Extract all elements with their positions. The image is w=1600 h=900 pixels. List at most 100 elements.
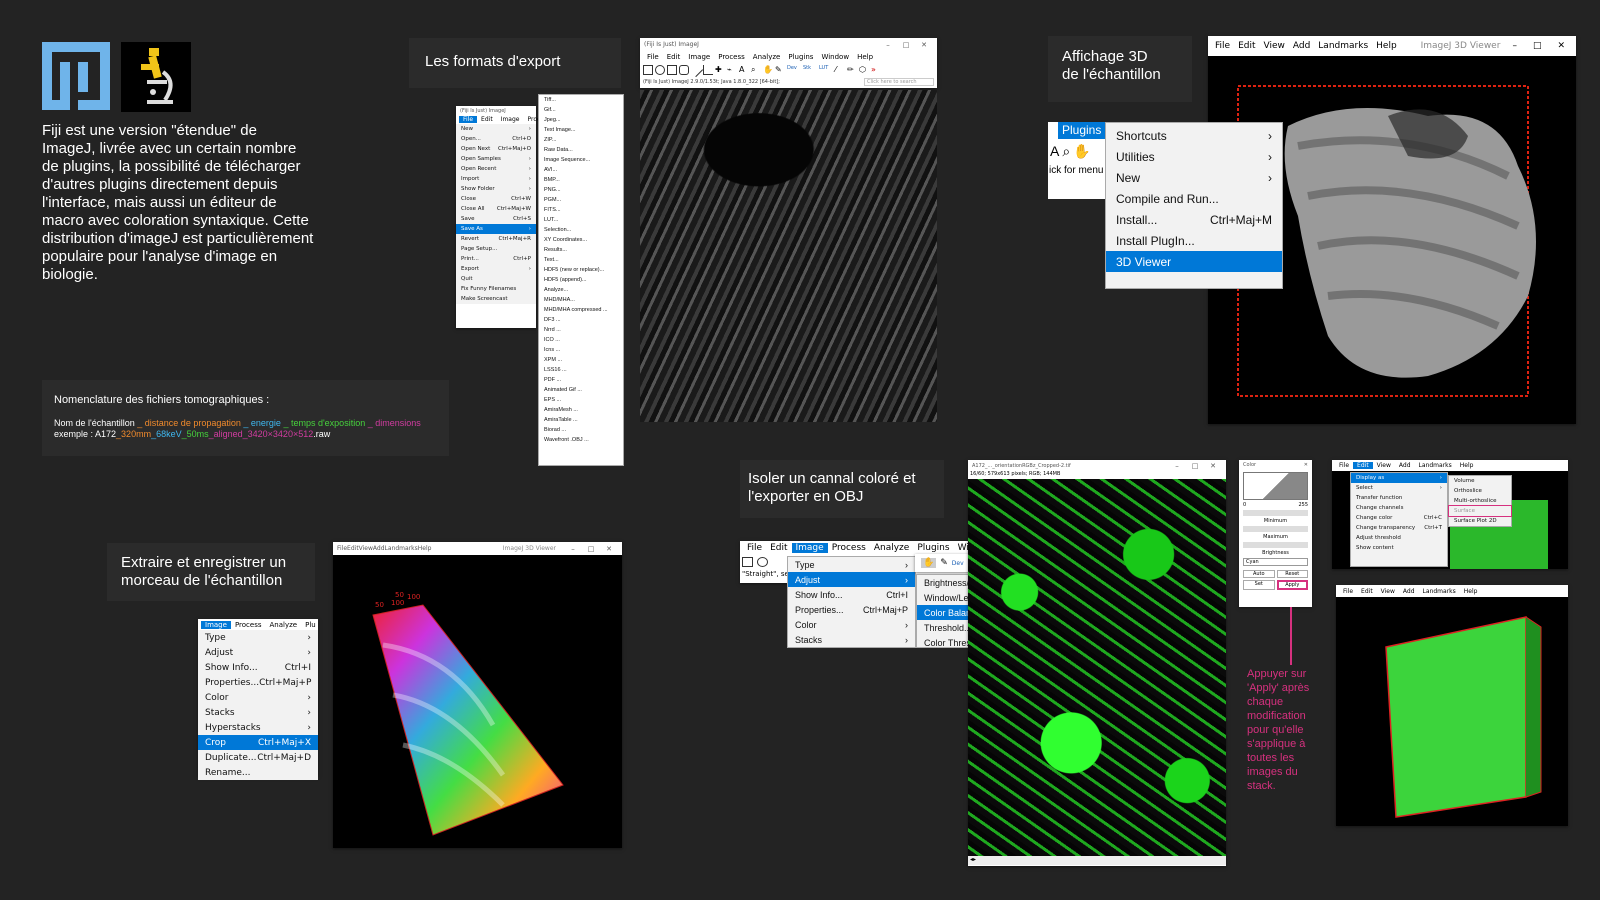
menubar-item[interactable]: File	[1339, 588, 1357, 595]
save-as-item[interactable]: Raw Data...	[539, 145, 623, 155]
lut-tool-icon[interactable]: LUT	[819, 65, 833, 75]
plugins-menu-item-shortcuts[interactable]: Shortcuts ›	[1106, 125, 1282, 146]
edit-menu-item[interactable]: Display as ›	[1351, 473, 1447, 483]
save-as-item[interactable]: PDF ...	[539, 375, 623, 385]
menubar-item[interactable]: Help	[1456, 462, 1478, 469]
polygon-tool-icon[interactable]	[667, 65, 677, 75]
save-as-item[interactable]: BMP...	[539, 175, 623, 185]
display-as-item[interactable]: Surface Plot 2D	[1449, 516, 1511, 526]
point-tool-icon[interactable]: ✚	[715, 65, 725, 75]
file-menu-item-quit[interactable]: Quit	[456, 274, 536, 284]
menubar-item[interactable]: Analyze	[266, 621, 302, 629]
menubar-item[interactable]: File	[337, 545, 347, 552]
save-as-item[interactable]: Analyze...	[539, 285, 623, 295]
save-as-item[interactable]: ICO ...	[539, 335, 623, 345]
angle-tool-icon[interactable]	[703, 65, 713, 75]
image-menu-item-adjust[interactable]: Adjust ›	[198, 645, 318, 660]
rectangle-tool-icon[interactable]	[742, 557, 753, 567]
save-as-item[interactable]: FITS...	[539, 205, 623, 215]
menubar-item[interactable]: View	[1377, 588, 1399, 595]
menubar-item[interactable]: Window	[817, 53, 853, 61]
display-as-item[interactable]: Volume	[1449, 476, 1511, 486]
menubar-item[interactable]: Plugins	[784, 53, 817, 61]
maximize-icon[interactable]: □	[1525, 41, 1550, 51]
menubar-item[interactable]: Add	[373, 545, 385, 552]
maximize-icon[interactable]: □	[1186, 462, 1204, 470]
save-as-item[interactable]: Gif...	[539, 105, 623, 115]
edit-menu-item[interactable]: Transfer function	[1351, 493, 1447, 503]
save-as-item[interactable]: LUT...	[539, 215, 623, 225]
text-tool-icon-2[interactable]: A	[1050, 143, 1059, 159]
brush-tool-icon[interactable]: ⁄	[835, 65, 845, 75]
save-as-item[interactable]: AmiraMesh ...	[539, 405, 623, 415]
file-menu-item-make-screencast[interactable]: Make Screencast	[456, 294, 536, 304]
save-as-item[interactable]: AVI...	[539, 165, 623, 175]
save-as-item[interactable]: Nrrd ...	[539, 325, 623, 335]
menu-file[interactable]: File	[459, 116, 478, 123]
menubar-item[interactable]: Image	[684, 53, 714, 61]
save-as-item[interactable]: Text Image...	[539, 125, 623, 135]
image-menu-item-properties[interactable]: Properties... Ctrl+Maj+P	[198, 675, 318, 690]
oval-tool-icon[interactable]	[757, 557, 768, 567]
menu-edit[interactable]: Edit	[477, 116, 497, 123]
close-icon[interactable]: ✕	[915, 41, 933, 49]
menubar-item[interactable]: View	[1373, 462, 1395, 469]
file-menu-item-open[interactable]: Open... Ctrl+O	[456, 134, 536, 144]
minimize-icon[interactable]: –	[1504, 41, 1525, 51]
image-menu-item-show-info[interactable]: Show Info... Ctrl+I	[198, 660, 318, 675]
image-menu-item-crop[interactable]: Crop Ctrl+Maj+X	[198, 735, 318, 750]
plugins-menu-item-install-plugin[interactable]: Install PlugIn...	[1106, 230, 1282, 251]
maximize-icon[interactable]: □	[582, 545, 600, 553]
hand-tool-icon[interactable]: ✋	[763, 65, 773, 75]
flood-tool-icon[interactable]: ⬡	[859, 65, 869, 75]
isolate-menu-item-color[interactable]: Color ›	[788, 617, 915, 632]
menubar-item[interactable]: Edit	[766, 543, 791, 553]
save-as-item[interactable]: Results...	[539, 245, 623, 255]
plugins-menu-item-new[interactable]: New ›	[1106, 167, 1282, 188]
isolate-menu-item-show-info[interactable]: Show Info... Ctrl+I	[788, 587, 915, 602]
minimize-icon[interactable]: –	[1168, 462, 1186, 470]
menubar-item[interactable]: File	[743, 543, 766, 553]
menubar-item[interactable]: Process	[828, 543, 870, 553]
plugins-menu-label[interactable]: Plugins	[1058, 122, 1106, 139]
save-as-item[interactable]: Biorad ...	[539, 425, 623, 435]
plugins-menu-item-compile-and-run[interactable]: Compile and Run...	[1106, 188, 1282, 209]
oval-tool-icon[interactable]	[655, 65, 665, 75]
menubar-item[interactable]: Analyze	[870, 543, 913, 553]
edit-menu-item[interactable]: Show content	[1351, 543, 1447, 553]
save-as-item[interactable]: Selection...	[539, 225, 623, 235]
file-menu-item-save-as[interactable]: Save As ›	[456, 224, 536, 234]
dev-tool-icon[interactable]: Dev	[787, 65, 801, 75]
max-slider[interactable]	[1243, 526, 1308, 532]
save-as-item[interactable]: Icns ...	[539, 345, 623, 355]
menu-image[interactable]: Image	[497, 116, 524, 123]
save-as-item[interactable]: XY Coordinates...	[539, 235, 623, 245]
menubar-item[interactable]: View	[1260, 41, 1289, 51]
save-as-item[interactable]: Animated Gif ...	[539, 385, 623, 395]
menubar-item[interactable]: Edit	[1234, 41, 1259, 51]
zoom-tool-icon[interactable]: ⌕	[751, 65, 761, 75]
reset-button[interactable]: Reset	[1276, 570, 1308, 578]
close-icon[interactable]: ✕	[1304, 462, 1308, 468]
menubar-item[interactable]: Add	[1289, 41, 1314, 51]
save-as-item[interactable]: HDF5 (new or replace)...	[539, 265, 623, 275]
menubar-item[interactable]: Edit	[1357, 588, 1377, 595]
image-menu-item-color[interactable]: Color ›	[198, 690, 318, 705]
plugins-menu-item-install[interactable]: Install... Ctrl+Maj+M	[1106, 209, 1282, 230]
minimize-icon[interactable]: –	[564, 545, 582, 553]
isolate-menu-item-properties[interactable]: Properties... Ctrl+Maj+P	[788, 602, 915, 617]
hand-tool-icon[interactable]: ✋	[921, 558, 937, 568]
save-as-item[interactable]: ZIP...	[539, 135, 623, 145]
edit-menu-item[interactable]: Select ›	[1351, 483, 1447, 493]
more-tools-icon[interactable]: »	[871, 65, 881, 75]
menubar-item[interactable]: Landmarks	[385, 545, 418, 552]
file-menu-item-show-folder[interactable]: Show Folder ›	[456, 184, 536, 194]
file-menu-item-close-all[interactable]: Close All Ctrl+Maj+W	[456, 204, 536, 214]
image-menu-item-type[interactable]: Type ›	[198, 630, 318, 645]
image-menu-item-hyperstacks[interactable]: Hyperstacks ›	[198, 720, 318, 735]
menubar-item[interactable]: Process	[231, 621, 266, 629]
image-menu-item-rename[interactable]: Rename...	[198, 765, 318, 780]
dev-tool-icon[interactable]: Dev	[952, 560, 964, 567]
edit-menu-item[interactable]: Change color Ctrl+C	[1351, 513, 1447, 523]
close-icon[interactable]: ✕	[600, 545, 618, 553]
